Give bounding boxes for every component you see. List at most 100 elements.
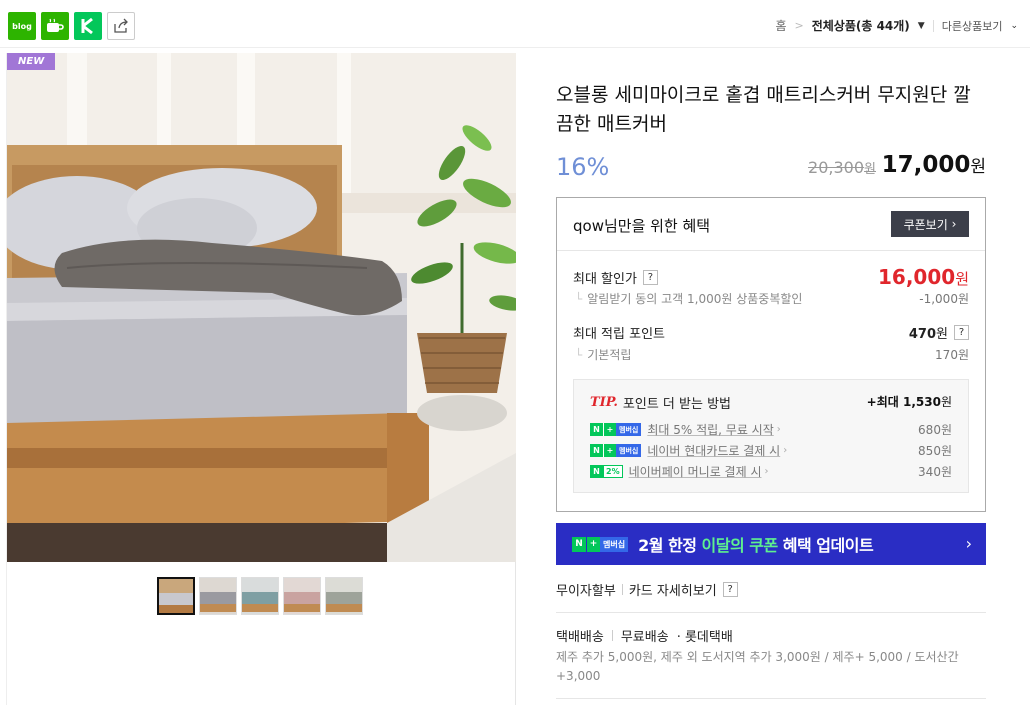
- thumbnail-5[interactable]: [325, 577, 363, 615]
- membership-badge-icon: N + 멤버십: [590, 423, 642, 436]
- membership-badge-icon: N + 멤버십: [590, 444, 642, 457]
- divider: [556, 612, 986, 613]
- tip-item-value: 340원: [918, 465, 952, 479]
- thumbnail-2[interactable]: [199, 577, 237, 615]
- k-logo-icon: [81, 17, 93, 35]
- other-products-link[interactable]: 다른상품보기: [942, 18, 1003, 34]
- installment-label: 무이자할부: [556, 584, 616, 599]
- thumbnail-image-icon: [326, 578, 362, 614]
- divider: [621, 584, 623, 595]
- tip-item-label[interactable]: 네이버 현대카드로 결제 시: [647, 442, 780, 459]
- tip-item-2[interactable]: N + 멤버십 네이버 현대카드로 결제 시 ›: [590, 442, 787, 459]
- thumbnail-image-icon: [284, 578, 320, 614]
- kakaostory-icon[interactable]: [74, 12, 102, 40]
- thumbnail-image-icon: [242, 578, 278, 614]
- max-discount-price: 16,000원: [878, 265, 969, 289]
- help-icon[interactable]: ?: [642, 270, 658, 285]
- tip-max-points: +최대 1,530원: [867, 393, 952, 410]
- tip-item-value: 680원: [918, 423, 952, 437]
- membership-badge-icon: N + 멤버십: [572, 536, 629, 552]
- max-discount-label: 최대 할인가: [573, 272, 637, 287]
- max-points-label: 최대 적립 포인트: [573, 327, 665, 342]
- cafe-icon[interactable]: [41, 12, 69, 40]
- top-bar: blog 홈 > 전체상품(총 44개) ▼ 다른상품보기 ⌄: [0, 0, 1030, 48]
- payment-row: 무이자할부 카드 자세히보기 ?: [556, 580, 738, 599]
- new-badge: NEW: [7, 53, 56, 70]
- shipping-label: 택배배송: [556, 630, 604, 645]
- basic-points-row: └ 기본적립: [575, 346, 631, 363]
- benefit-title: qow님만을 위한 혜택: [573, 217, 711, 235]
- tip-label: TIP.: [590, 395, 618, 410]
- thumbnail-1[interactable]: [157, 577, 195, 615]
- original-price-value: 20,300: [808, 158, 865, 177]
- sub-item-hook-icon: └: [575, 348, 583, 362]
- shipping-row: 택배배송 무료배송 · 롯데택배: [556, 626, 733, 645]
- coupon-banner[interactable]: N + 멤버십 2월 한정 이달의 쿠폰 혜택 업데이트 ›: [556, 523, 986, 565]
- discount-rate: 16%: [556, 153, 610, 181]
- basic-points-label: 기본적립: [587, 348, 632, 362]
- help-icon[interactable]: ?: [722, 582, 738, 597]
- share-icon[interactable]: [107, 12, 135, 40]
- max-points-unit: 원: [936, 327, 948, 342]
- free-shipping: 무료배송: [620, 630, 669, 645]
- alert-discount-value: -1,000원: [919, 292, 969, 306]
- sale-price-value: 17,000: [881, 152, 971, 178]
- max-points-value: 470원 ?: [909, 323, 969, 342]
- share-icons: blog: [8, 12, 135, 40]
- tip-item-value: 850원: [918, 444, 952, 458]
- thumbnail-3[interactable]: [241, 577, 279, 615]
- divider: [556, 698, 986, 699]
- shipping-note: 제주 추가 5,000원, 제주 외 도서지역 추가 3,000원 / 제주+ …: [556, 650, 959, 683]
- naverpay-2pct-badge-icon: N 2%: [590, 465, 623, 478]
- original-price: 20,300원: [808, 158, 876, 177]
- sale-price-unit: 원: [970, 157, 986, 177]
- benefit-box: qow님만을 위한 혜택 쿠폰보기 › 최대 할인가 ? 16,000원 └ 알림…: [556, 197, 986, 512]
- chevron-right-icon: ›: [783, 445, 788, 456]
- coupon-view-button[interactable]: 쿠폰보기 ›: [891, 211, 969, 237]
- max-points-row: 최대 적립 포인트: [573, 323, 665, 342]
- chevron-right-icon: ›: [764, 466, 769, 477]
- blog-icon-text: blog: [12, 21, 32, 31]
- tip-item-1[interactable]: N + 멤버십 최대 5% 적립, 무료 시작 ›: [590, 421, 781, 438]
- chevron-right-icon: ›: [776, 424, 781, 435]
- share-arrow-icon: [114, 18, 128, 33]
- thumbnail-image-icon: [200, 578, 236, 614]
- blog-icon[interactable]: blog: [8, 12, 36, 40]
- sale-price: 17,000원: [882, 152, 986, 178]
- breadcrumb: 홈 > 전체상품(총 44개) ▼ 다른상품보기 ⌄: [775, 17, 1018, 34]
- max-points-number: 470: [908, 327, 937, 342]
- thumbnail-list: [157, 577, 363, 615]
- divider: [611, 630, 613, 641]
- sub-item-hook-icon: └: [575, 292, 583, 306]
- breadcrumb-home[interactable]: 홈: [775, 17, 786, 34]
- caret-down-icon[interactable]: ▼: [918, 21, 925, 31]
- max-discount-row: 최대 할인가 ?: [573, 268, 658, 287]
- tip-max-unit: 원: [940, 395, 952, 409]
- tip-heading-text: 포인트 더 받는 방법: [622, 397, 731, 412]
- tip-item-label[interactable]: 네이버페이 머니로 결제 시: [629, 463, 762, 480]
- chevron-down-icon[interactable]: ⌄: [1010, 21, 1018, 31]
- carrier: · 롯데택배: [676, 630, 733, 645]
- benefit-header: qow님만을 위한 혜택 쿠폰보기 ›: [557, 198, 985, 251]
- bed-photo-icon: [7, 53, 516, 562]
- basic-points-value: 170원: [935, 348, 969, 362]
- breadcrumb-category[interactable]: 전체상품(총 44개): [812, 17, 910, 34]
- coffee-cup-icon: [47, 18, 64, 32]
- max-discount-unit: 원: [955, 270, 969, 288]
- coupon-button-label: 쿠폰보기: [903, 217, 948, 232]
- help-icon[interactable]: ?: [954, 325, 969, 340]
- alert-discount-note: └ 알림받기 동의 고객 1,000원 상품중복할인: [575, 290, 802, 307]
- breadcrumb-separator-icon: >: [794, 19, 804, 32]
- chevron-right-icon: ›: [965, 534, 972, 553]
- divider: [932, 19, 934, 32]
- tip-item-3[interactable]: N 2% 네이버페이 머니로 결제 시 ›: [590, 463, 768, 480]
- alert-note-text: 알림받기 동의 고객 1,000원 상품중복할인: [587, 292, 803, 306]
- card-detail-link[interactable]: 카드 자세히보기: [629, 580, 717, 599]
- thumbnail-4[interactable]: [283, 577, 321, 615]
- chevron-right-icon: ›: [951, 217, 957, 231]
- thumbnail-image-icon: [159, 579, 193, 613]
- tip-box: TIP. 포인트 더 받는 방법 +최대 1,530원 N + 멤버십 최대 5% …: [573, 379, 969, 493]
- tip-item-label[interactable]: 최대 5% 적립, 무료 시작: [647, 421, 773, 438]
- product-main-image: NEW: [7, 53, 516, 562]
- product-title: 오블롱 세미마이크로 홑겹 매트리스커버 무지원단 깔끔한 매트커버: [556, 84, 971, 135]
